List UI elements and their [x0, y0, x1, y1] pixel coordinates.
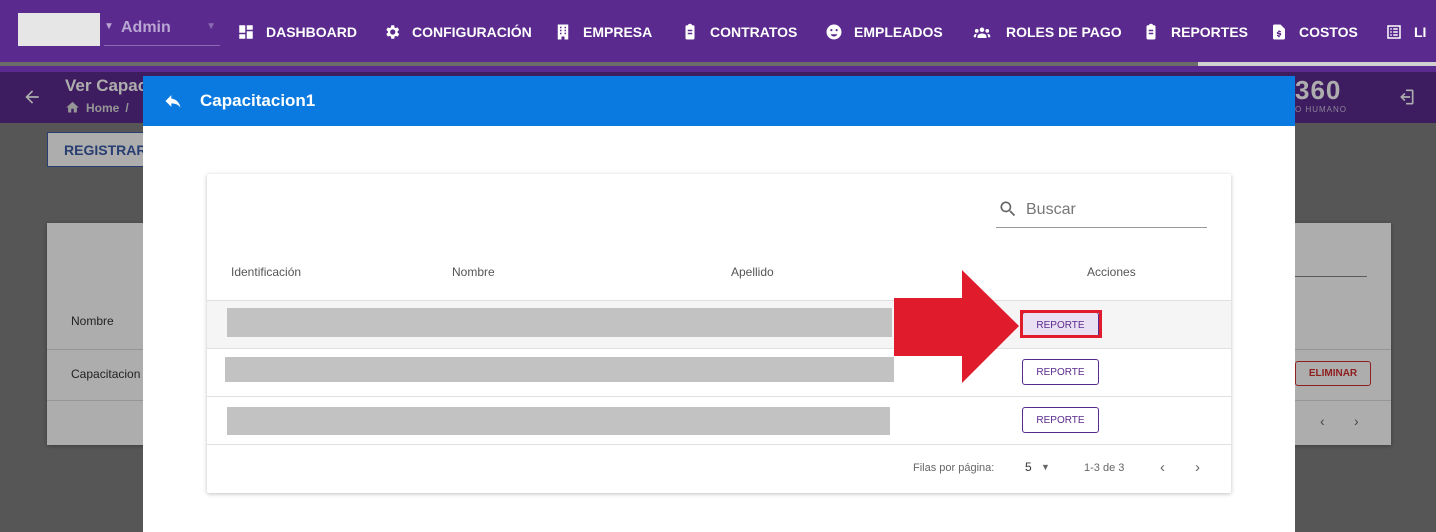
caret-down-icon: ▼	[104, 21, 114, 32]
chevron-down-icon: ▼	[206, 21, 216, 32]
user-avatar[interactable]	[18, 13, 100, 46]
redacted-cell	[225, 357, 894, 382]
clipboard-icon	[1146, 23, 1156, 40]
building-icon	[557, 24, 569, 40]
reply-arrow-icon[interactable]	[163, 91, 183, 111]
column-header-nombre[interactable]: Nombre	[452, 265, 495, 279]
nav-dashboard[interactable]: DASHBOARD	[237, 20, 357, 44]
loading-bar	[0, 62, 1198, 66]
rows-per-page-select[interactable]: 5	[1025, 460, 1032, 474]
nav-reportes[interactable]: REPORTES	[1142, 20, 1248, 44]
column-header-acciones: Acciones	[1087, 265, 1136, 279]
nav-contratos-label: CONTRATOS	[710, 24, 798, 40]
nav-costos-label: COSTOS	[1299, 24, 1358, 40]
caret-down-icon[interactable]: ▼	[1041, 462, 1050, 472]
highlight-box	[1020, 310, 1102, 338]
top-navbar: ▼ Admin ▼ DASHBOARD CONFIGURACIÓN EMPRES…	[0, 0, 1436, 72]
report-button[interactable]: REPORTE	[1022, 407, 1099, 433]
nav-dashboard-label: DASHBOARD	[266, 24, 357, 40]
table-footer-divider	[207, 444, 1231, 445]
document-dollar-icon	[1273, 24, 1285, 40]
search-icon	[1000, 201, 1016, 217]
redacted-cell	[227, 407, 890, 435]
nav-empresa-label: EMPRESA	[583, 24, 653, 40]
column-header-identificacion[interactable]: Identificación	[231, 265, 301, 279]
nav-li[interactable]: LI	[1385, 20, 1426, 44]
report-button[interactable]: REPORTE	[1022, 359, 1099, 385]
nav-roles-de-pago[interactable]: ROLES DE PAGO	[969, 20, 1122, 44]
clipboard-icon	[685, 23, 695, 40]
pagination-range: 1-3 de 3	[1084, 462, 1125, 474]
column-header-apellido[interactable]: Apellido	[731, 265, 774, 279]
dashboard-icon	[239, 25, 253, 39]
nav-empleados[interactable]: EMPLEADOS	[825, 20, 943, 44]
user-role-label: Admin	[121, 19, 171, 36]
search-field[interactable]	[996, 195, 1207, 228]
nav-empleados-label: EMPLEADOS	[854, 24, 943, 40]
nav-costos[interactable]: COSTOS	[1270, 20, 1358, 44]
dialog-title: Capacitacion1	[200, 91, 316, 110]
list-icon	[1387, 25, 1401, 39]
nav-empresa[interactable]: EMPRESA	[554, 20, 652, 44]
loading-bar-track	[1198, 62, 1436, 66]
gear-icon	[386, 25, 400, 39]
people-icon	[973, 27, 991, 38]
nav-li-label: LI	[1414, 24, 1427, 40]
dialog-toolbar: Capacitacion1	[143, 76, 1295, 126]
rows-per-page-label: Filas por página:	[913, 462, 995, 474]
user-role-select[interactable]: ▼ Admin ▼	[104, 16, 220, 46]
red-arrow-icon	[894, 270, 1019, 383]
nav-configuracion[interactable]: CONFIGURACIÓN	[383, 20, 532, 44]
nav-reportes-label: REPORTES	[1171, 24, 1249, 40]
chevron-right-icon[interactable]: ›	[1195, 459, 1200, 476]
nav-roles-de-pago-label: ROLES DE PAGO	[1006, 24, 1122, 40]
face-icon	[826, 24, 842, 40]
redacted-cell	[227, 308, 892, 337]
chevron-left-icon[interactable]: ‹	[1160, 459, 1165, 476]
nav-configuracion-label: CONFIGURACIÓN	[412, 24, 532, 40]
nav-contratos[interactable]: CONTRATOS	[681, 20, 797, 44]
search-input[interactable]	[1024, 197, 1204, 223]
